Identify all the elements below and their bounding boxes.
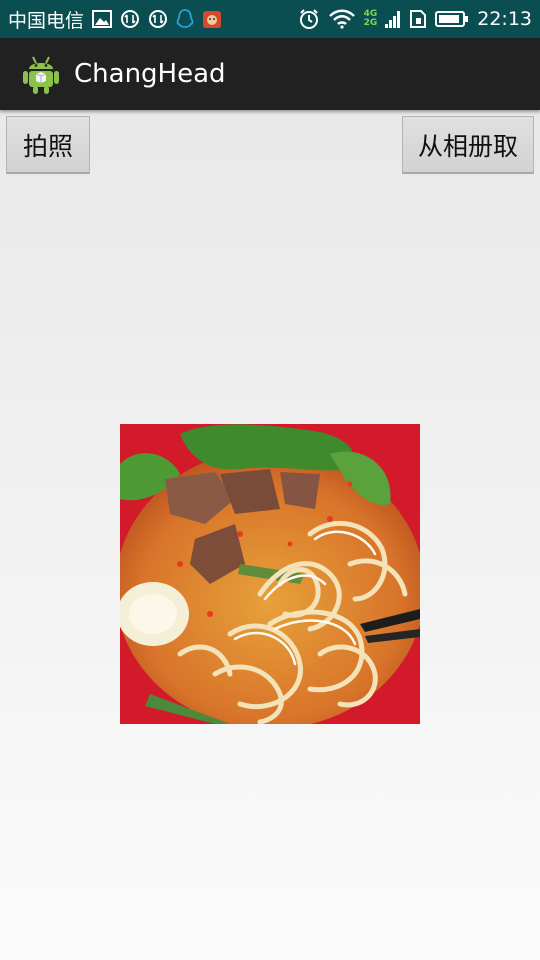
status-clock: 22:13 bbox=[477, 8, 532, 30]
android-icon bbox=[22, 53, 60, 95]
alarm-icon bbox=[298, 8, 320, 30]
app-notification-icon bbox=[202, 9, 222, 29]
gallery-icon bbox=[92, 10, 113, 28]
noodle-bowl-photo bbox=[115, 424, 425, 729]
carrier-name: 中国电信 bbox=[8, 9, 85, 32]
app-title: ChangHead bbox=[74, 59, 226, 89]
data-sync-icon bbox=[120, 9, 140, 29]
action-bar: ChangHead bbox=[0, 38, 540, 110]
status-bar: 中国电信 4G 2G 22:13 bbox=[0, 0, 540, 38]
signal-icon bbox=[385, 9, 401, 29]
status-left: 中国电信 bbox=[8, 6, 222, 33]
data-sync-icon bbox=[148, 9, 168, 29]
network-type-bottom: 2G bbox=[363, 18, 378, 28]
take-photo-button[interactable]: 拍照 bbox=[6, 116, 90, 174]
sim-icon bbox=[409, 9, 427, 29]
qq-icon bbox=[176, 9, 194, 29]
app-screen: 中国电信 4G 2G 22:13 ChangHead 拍照 从相册取 bbox=[0, 0, 540, 960]
battery-icon bbox=[435, 10, 469, 28]
choose-from-album-button[interactable]: 从相册取 bbox=[402, 116, 534, 174]
status-right: 4G 2G 22:13 bbox=[298, 8, 532, 30]
wifi-icon bbox=[328, 9, 356, 29]
network-type-badge: 4G 2G bbox=[364, 10, 378, 28]
